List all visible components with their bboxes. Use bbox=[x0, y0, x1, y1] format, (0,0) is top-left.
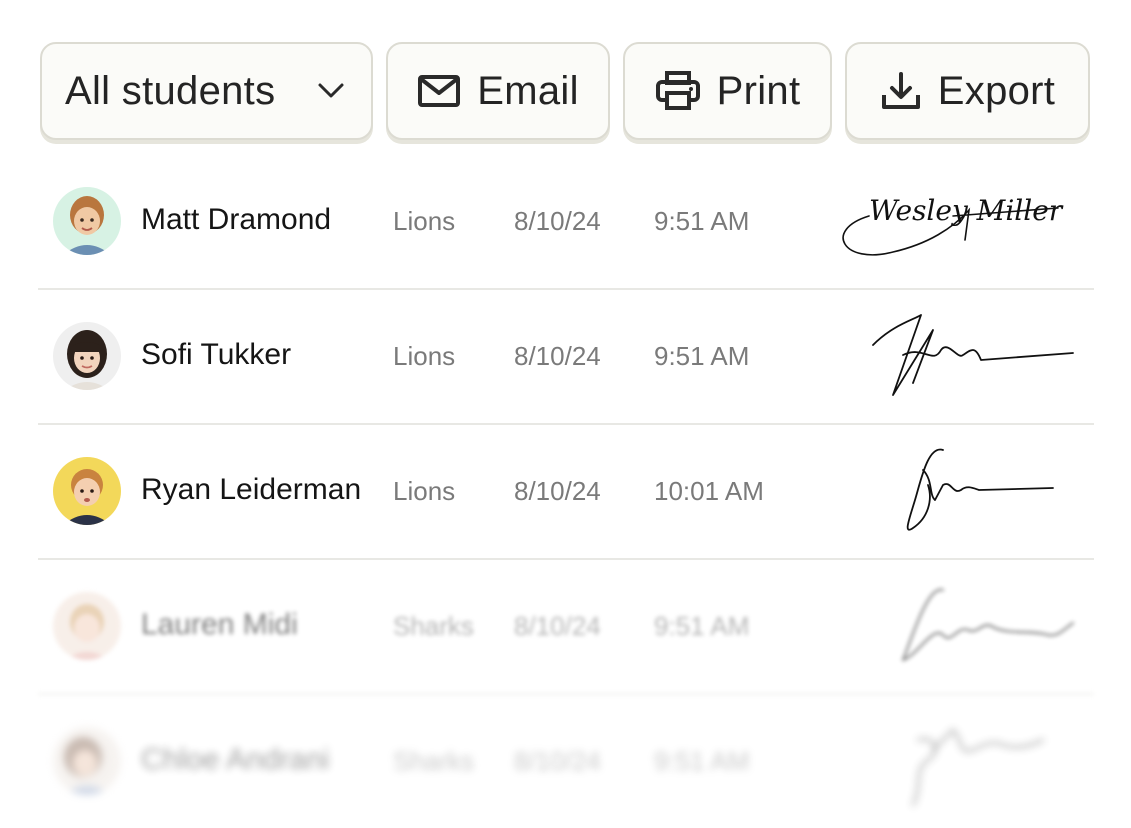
student-group: Lions bbox=[393, 476, 456, 506]
student-name: Ryan Leiderman bbox=[141, 473, 362, 506]
avatar bbox=[53, 322, 121, 390]
student-list: Matt Dramond Lions 8/10/24 9:51 AM Wesle… bbox=[38, 155, 1094, 828]
filter-label: All students bbox=[65, 68, 276, 113]
checkin-date: 8/10/24 bbox=[514, 206, 601, 236]
signature-image bbox=[872, 314, 1074, 396]
student-row[interactable]: Lauren Midi Sharks 8/10/24 9:51 AM bbox=[38, 560, 1094, 695]
student-row[interactable]: Sofi Tukker Lions 8/10/24 9:51 AM bbox=[38, 290, 1094, 425]
signature-image bbox=[906, 448, 1054, 531]
checkin-time: 9:51 AM bbox=[654, 206, 750, 236]
export-label: Export bbox=[937, 68, 1056, 113]
student-name: Matt Dramond bbox=[141, 203, 332, 236]
download-icon bbox=[880, 71, 922, 111]
print-label: Print bbox=[716, 68, 801, 113]
envelope-icon bbox=[417, 74, 461, 108]
avatar bbox=[53, 457, 121, 525]
student-row[interactable]: Chloe Andrani Sharks 8/10/24 9:51 AM bbox=[38, 695, 1094, 828]
printer-icon bbox=[655, 71, 701, 111]
signature-image bbox=[911, 728, 1045, 807]
signature-image bbox=[901, 588, 1075, 662]
checkin-date: 8/10/24 bbox=[514, 476, 601, 506]
print-button[interactable]: Print bbox=[623, 42, 832, 140]
student-name: Sofi Tukker bbox=[141, 338, 292, 371]
student-name: Lauren Midi bbox=[141, 608, 298, 641]
checkin-time: 9:51 AM bbox=[654, 341, 750, 371]
student-group: Lions bbox=[393, 341, 456, 371]
chevron-down-icon bbox=[317, 82, 345, 100]
avatar bbox=[53, 592, 121, 660]
checkin-time: 9:51 AM bbox=[654, 611, 750, 641]
checkin-time: 9:51 AM bbox=[654, 746, 750, 776]
checkin-date: 8/10/24 bbox=[514, 341, 601, 371]
export-button[interactable]: Export bbox=[845, 42, 1090, 140]
email-button[interactable]: Email bbox=[386, 42, 610, 140]
student-group: Sharks bbox=[393, 746, 474, 776]
student-row[interactable]: Matt Dramond Lions 8/10/24 9:51 AM Wesle… bbox=[38, 155, 1094, 290]
student-group: Lions bbox=[393, 206, 456, 236]
student-name: Chloe Andrani bbox=[141, 743, 330, 776]
student-filter-dropdown[interactable]: All students bbox=[40, 42, 373, 140]
avatar bbox=[53, 727, 121, 795]
checkin-date: 8/10/24 bbox=[514, 746, 601, 776]
checkin-time: 10:01 AM bbox=[654, 476, 764, 506]
email-label: Email bbox=[477, 68, 579, 113]
avatar bbox=[53, 187, 121, 255]
checkin-date: 8/10/24 bbox=[514, 611, 601, 641]
student-row[interactable]: Ryan Leiderman Lions 8/10/24 10:01 AM bbox=[38, 425, 1094, 560]
signature-image: Wesley Miller bbox=[842, 194, 1064, 256]
toolbar: All students Email Print Export bbox=[40, 42, 1092, 142]
student-group: Sharks bbox=[393, 611, 474, 641]
